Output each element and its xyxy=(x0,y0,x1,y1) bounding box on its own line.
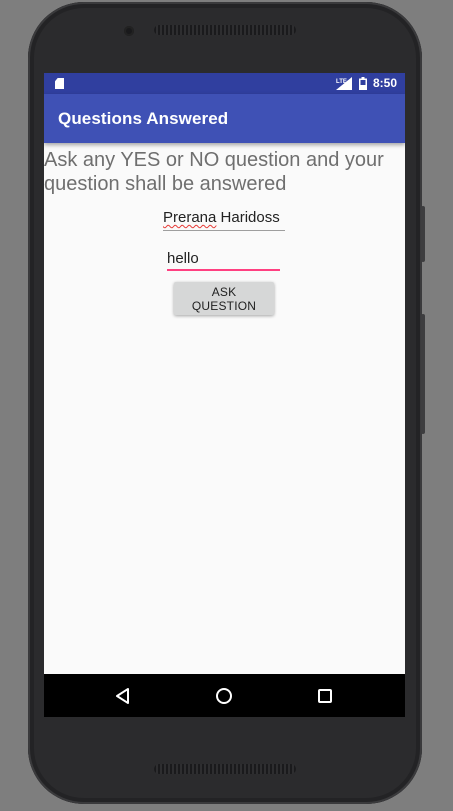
navigation-bar xyxy=(44,674,405,717)
name-display: Prerana Haridoss xyxy=(163,209,285,231)
svg-text:LTE: LTE xyxy=(336,79,347,85)
name-first: Prerana xyxy=(163,209,217,226)
ask-question-button[interactable]: ASK QUESTION xyxy=(174,282,274,315)
screen: LTE 8:50 Questions Answered Ask any YES … xyxy=(44,73,405,717)
volume-button xyxy=(421,314,425,434)
home-icon[interactable] xyxy=(214,686,234,706)
battery-icon xyxy=(359,77,367,90)
name-last: Haridoss xyxy=(220,209,280,226)
power-button xyxy=(421,206,425,262)
app-title: Questions Answered xyxy=(58,109,229,128)
question-input[interactable] xyxy=(167,248,280,271)
signal-icon: LTE xyxy=(336,77,352,90)
recents-icon[interactable] xyxy=(315,686,335,706)
status-time: 8:50 xyxy=(373,76,398,90)
question-prompt: Ask any YES or NO question and your ques… xyxy=(44,149,384,195)
status-bar: LTE 8:50 xyxy=(44,73,405,94)
top-speaker xyxy=(154,25,296,35)
sd-card-icon xyxy=(55,78,64,89)
bottom-speaker xyxy=(154,764,296,774)
front-camera xyxy=(124,26,134,36)
back-icon[interactable] xyxy=(113,686,133,706)
app-bar: Questions Answered xyxy=(44,94,405,143)
